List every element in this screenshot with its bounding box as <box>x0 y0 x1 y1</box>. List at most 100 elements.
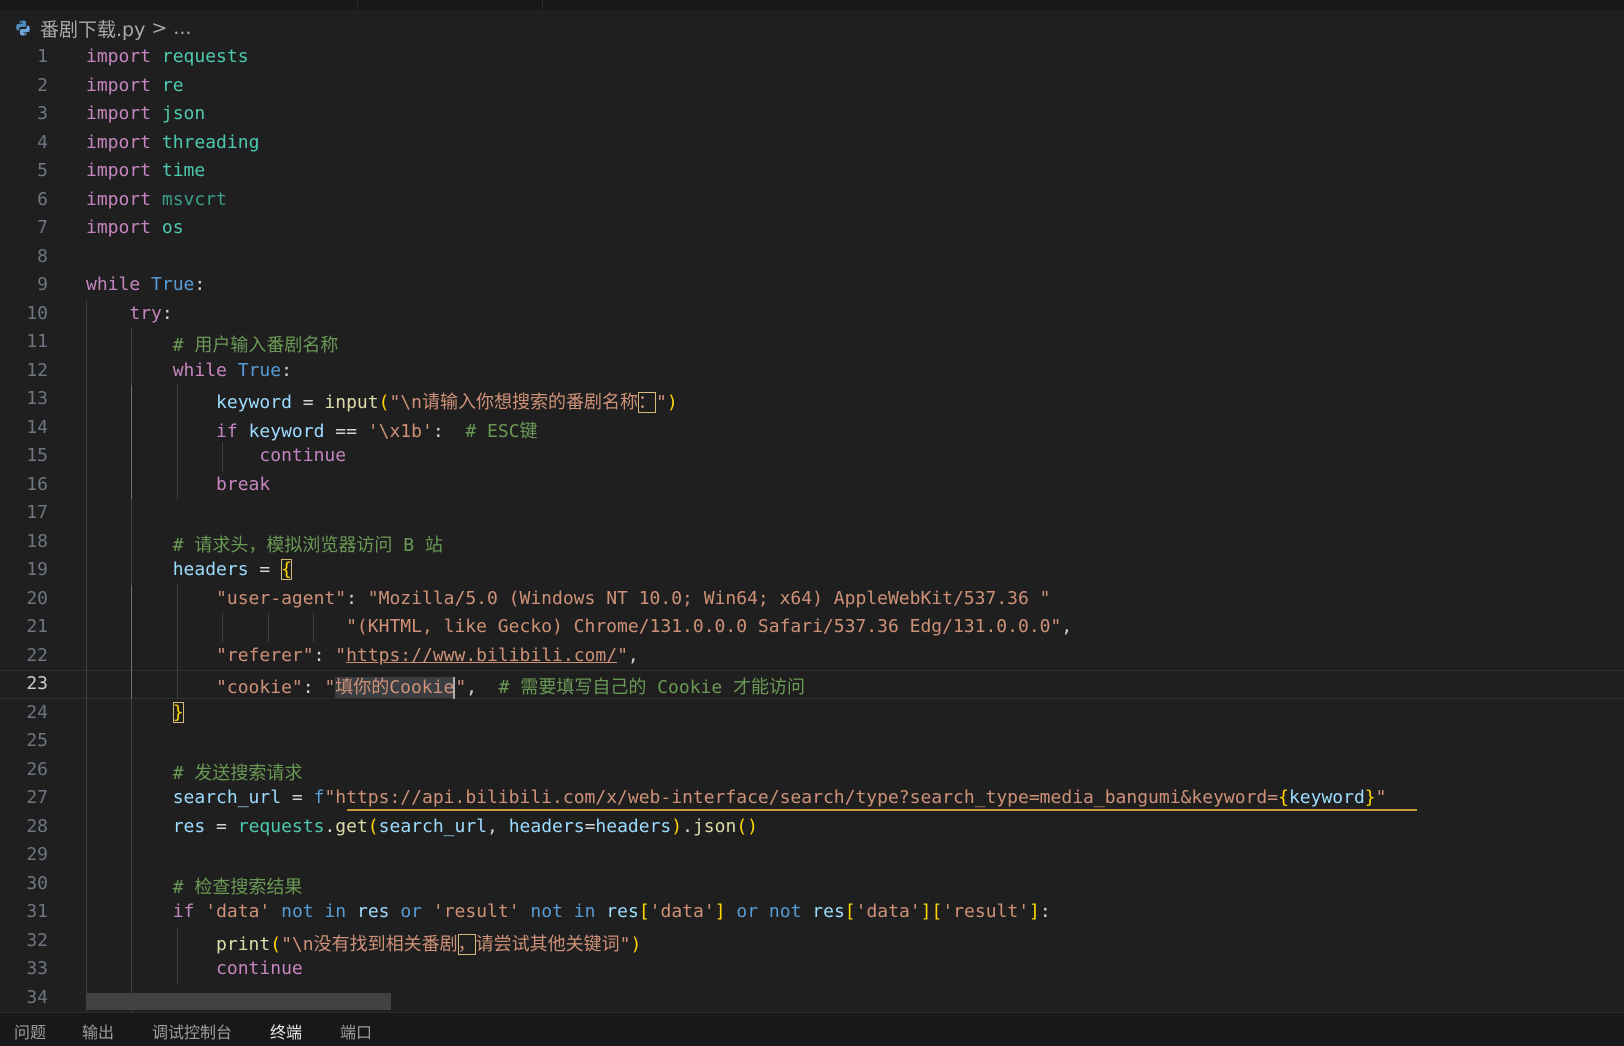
code-text[interactable]: try: <box>86 303 172 324</box>
line-number[interactable]: 25 <box>0 730 48 751</box>
code-line[interactable]: 26 # 发送搜索请求 <box>0 755 1624 785</box>
line-number[interactable]: 23 <box>0 673 48 694</box>
editor-tab-strip[interactable] <box>0 0 1624 10</box>
line-number[interactable]: 1 <box>0 46 48 67</box>
code-text[interactable]: # 请求头，模拟浏览器访问 B 站 <box>86 531 443 557</box>
code-line[interactable]: 18 # 请求头，模拟浏览器访问 B 站 <box>0 527 1624 557</box>
code-text[interactable]: "(KHTML, like Gecko) Chrome/131.0.0.0 Sa… <box>86 616 1072 637</box>
code-line[interactable]: 16 break <box>0 470 1624 499</box>
code-line[interactable]: 14 if keyword == '\x1b': # ESC键 <box>0 413 1624 443</box>
line-number[interactable]: 11 <box>0 331 48 352</box>
code-line[interactable]: 12 while True: <box>0 356 1624 385</box>
code-text[interactable]: keyword = input("\n请输入你想搜索的番剧名称：") <box>86 388 678 414</box>
code-line[interactable]: 29 <box>0 841 1624 870</box>
code-line[interactable]: 20 "user-agent": "Mozilla/5.0 (Windows N… <box>0 584 1624 613</box>
line-number[interactable]: 21 <box>0 616 48 637</box>
line-number[interactable]: 5 <box>0 160 48 181</box>
code-text[interactable]: import time <box>86 160 205 181</box>
code-line[interactable]: 8 <box>0 243 1624 272</box>
line-number[interactable]: 9 <box>0 274 48 295</box>
breadcrumb-file[interactable]: 番剧下载.py <box>40 15 145 42</box>
line-number[interactable]: 15 <box>0 445 48 466</box>
tab-problems[interactable]: 问题 <box>14 1019 46 1043</box>
code-line[interactable]: 19 headers = { <box>0 556 1624 585</box>
code-line[interactable]: 5 import time <box>0 157 1624 186</box>
code-line[interactable]: 2 import re <box>0 72 1624 101</box>
code-line[interactable]: 9 while True: <box>0 271 1624 300</box>
line-number[interactable]: 10 <box>0 303 48 324</box>
code-line[interactable]: 4 import threading <box>0 129 1624 158</box>
code-line[interactable]: 11 # 用户输入番剧名称 <box>0 328 1624 357</box>
code-line[interactable]: 15 continue <box>0 442 1624 471</box>
code-text[interactable]: if 'data' not in res or 'result' not in … <box>86 901 1051 922</box>
code-text[interactable]: while True: <box>86 274 205 295</box>
line-number[interactable]: 8 <box>0 246 48 267</box>
code-line[interactable]: 33 continue <box>0 955 1624 984</box>
code-line[interactable]: 1 import requests <box>0 43 1624 72</box>
line-number[interactable]: 7 <box>0 217 48 238</box>
line-number[interactable]: 26 <box>0 759 48 780</box>
line-number[interactable]: 17 <box>0 502 48 523</box>
tab-debug-console[interactable]: 调试控制台 <box>152 1019 232 1043</box>
line-number[interactable]: 19 <box>0 559 48 580</box>
line-number[interactable]: 32 <box>0 930 48 951</box>
tab-ports[interactable]: 端口 <box>340 1019 372 1043</box>
line-number[interactable]: 16 <box>0 474 48 495</box>
code-text[interactable]: search_url = f"https://api.bilibili.com/… <box>86 787 1387 808</box>
code-text[interactable]: while True: <box>86 360 292 381</box>
code-line[interactable]: 22 "referer": "https://www.bilibili.com/… <box>0 641 1624 670</box>
code-text[interactable]: import json <box>86 103 205 124</box>
code-text[interactable]: "cookie": "填你的Cookie", # 需要填写自己的 Cookie … <box>86 673 805 699</box>
code-text[interactable]: "user-agent": "Mozilla/5.0 (Windows NT 1… <box>86 588 1050 609</box>
code-line[interactable]: 6 import msvcrt <box>0 186 1624 215</box>
code-text[interactable]: continue <box>86 445 346 466</box>
code-text[interactable]: # 发送搜索请求 <box>86 759 303 785</box>
code-line[interactable]: 28 res = requests.get(search_url, header… <box>0 812 1624 841</box>
line-number[interactable]: 20 <box>0 588 48 609</box>
code-line[interactable]: 7 import os <box>0 214 1624 243</box>
code-text[interactable]: } <box>86 701 184 723</box>
code-text[interactable]: import os <box>86 217 184 238</box>
code-text[interactable]: # 用户输入番剧名称 <box>86 331 339 357</box>
code-line[interactable]: 23 "cookie": "填你的Cookie", # 需要填写自己的 Cook… <box>0 670 1624 699</box>
line-number[interactable]: 12 <box>0 360 48 381</box>
code-text[interactable]: import threading <box>86 132 259 153</box>
code-text[interactable]: if keyword == '\x1b': # ESC键 <box>86 417 537 443</box>
code-line[interactable]: 24 } <box>0 698 1624 727</box>
line-number[interactable]: 2 <box>0 75 48 96</box>
breadcrumb-more[interactable]: ... <box>173 17 191 39</box>
code-line[interactable]: 25 <box>0 727 1624 756</box>
code-line[interactable]: 17 <box>0 499 1624 528</box>
line-number[interactable]: 3 <box>0 103 48 124</box>
code-line[interactable]: 3 import json <box>0 100 1624 129</box>
line-number[interactable]: 29 <box>0 844 48 865</box>
code-text[interactable]: "referer": "https://www.bilibili.com/", <box>86 645 639 666</box>
line-number[interactable]: 6 <box>0 189 48 210</box>
tab-output[interactable]: 输出 <box>82 1019 114 1043</box>
line-number[interactable]: 14 <box>0 417 48 438</box>
code-text[interactable]: import requests <box>86 46 249 67</box>
line-number[interactable]: 34 <box>0 987 48 1008</box>
code-line[interactable]: 31 if 'data' not in res or 'result' not … <box>0 898 1624 927</box>
code-text[interactable]: continue <box>86 958 303 979</box>
line-number[interactable]: 24 <box>0 702 48 723</box>
code-text[interactable]: print("\n没有找到相关番剧，请尝试其他关键词") <box>86 930 641 956</box>
line-number[interactable]: 22 <box>0 645 48 666</box>
code-text[interactable]: # 检查搜索结果 <box>86 873 303 899</box>
line-number[interactable]: 33 <box>0 958 48 979</box>
tab-terminal[interactable]: 终端 <box>270 1019 302 1043</box>
code-editor[interactable]: 1 import requests 2 import re 3 import json 4 i… <box>0 43 1624 1012</box>
line-number[interactable]: 4 <box>0 132 48 153</box>
line-number[interactable]: 31 <box>0 901 48 922</box>
code-text[interactable]: headers = { <box>86 559 292 580</box>
line-number[interactable]: 27 <box>0 787 48 808</box>
code-text[interactable]: import re <box>86 75 184 96</box>
code-line[interactable]: 13 keyword = input("\n请输入你想搜索的番剧名称：") <box>0 385 1624 414</box>
line-number[interactable]: 28 <box>0 816 48 837</box>
code-line[interactable]: 21 "(KHTML, like Gecko) Chrome/131.0.0.0… <box>0 613 1624 642</box>
horizontal-scrollbar[interactable] <box>86 993 391 1010</box>
code-text[interactable]: res = requests.get(search_url, headers=h… <box>86 816 758 837</box>
line-number[interactable]: 30 <box>0 873 48 894</box>
code-text[interactable]: import msvcrt <box>86 189 227 210</box>
code-line[interactable]: 10 try: <box>0 299 1624 328</box>
